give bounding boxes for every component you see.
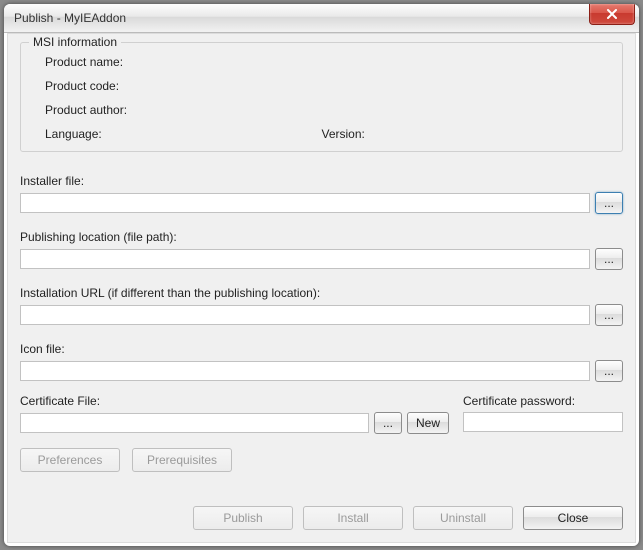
preferences-button[interactable]: Preferences <box>20 448 120 472</box>
certificate-new-button[interactable]: New <box>407 412 449 434</box>
publishing-location-browse-button[interactable]: ... <box>595 248 623 270</box>
version-label: Version: <box>322 127 365 141</box>
titlebar: Publish - MyIEAddon <box>4 4 639 33</box>
install-button[interactable]: Install <box>303 506 403 530</box>
product-code-label: Product code: <box>33 79 119 93</box>
installer-file-label: Installer file: <box>20 174 623 188</box>
publishing-location-label: Publishing location (file path): <box>20 230 623 244</box>
certificate-file-label: Certificate File: <box>20 394 449 408</box>
publishing-location-input[interactable] <box>20 249 590 269</box>
msi-info-group: MSI information Product name: Product co… <box>20 42 623 152</box>
installer-file-input[interactable] <box>20 193 590 213</box>
product-name-row: Product name: <box>33 55 610 69</box>
certificate-password-input[interactable] <box>463 412 623 432</box>
prefs-row: Preferences Prerequisites <box>20 448 623 472</box>
certificate-area: Certificate File: ... New Certificate pa… <box>20 394 623 434</box>
icon-file-input[interactable] <box>20 361 590 381</box>
icon-file-browse-button[interactable]: ... <box>595 360 623 382</box>
publish-button[interactable]: Publish <box>193 506 293 530</box>
prerequisites-button[interactable]: Prerequisites <box>132 448 232 472</box>
certificate-password-label: Certificate password: <box>463 394 623 408</box>
window-title: Publish - MyIEAddon <box>14 11 126 25</box>
close-window-button[interactable] <box>589 4 635 25</box>
product-author-row: Product author: <box>33 103 610 117</box>
language-label: Language: <box>33 127 102 141</box>
certificate-file-browse-button[interactable]: ... <box>374 412 402 434</box>
installer-file-browse-button[interactable]: ... <box>595 192 623 214</box>
installation-url-browse-button[interactable]: ... <box>595 304 623 326</box>
close-icon <box>606 9 618 19</box>
installation-url-label: Installation URL (if different than the … <box>20 286 623 300</box>
close-button[interactable]: Close <box>523 506 623 530</box>
publish-dialog: Publish - MyIEAddon MSI information Prod… <box>4 4 639 546</box>
product-author-label: Product author: <box>33 103 127 117</box>
uninstall-button[interactable]: Uninstall <box>413 506 513 530</box>
bottom-action-bar: Publish Install Uninstall Close <box>20 496 623 530</box>
installation-url-input[interactable] <box>20 305 590 325</box>
language-version-row: Language: Version: <box>33 127 610 141</box>
msi-info-legend: MSI information <box>29 35 121 49</box>
client-area: MSI information Product name: Product co… <box>7 33 636 543</box>
icon-file-label: Icon file: <box>20 342 623 356</box>
product-name-label: Product name: <box>33 55 123 69</box>
certificate-file-input[interactable] <box>20 413 369 433</box>
product-code-row: Product code: <box>33 79 610 93</box>
